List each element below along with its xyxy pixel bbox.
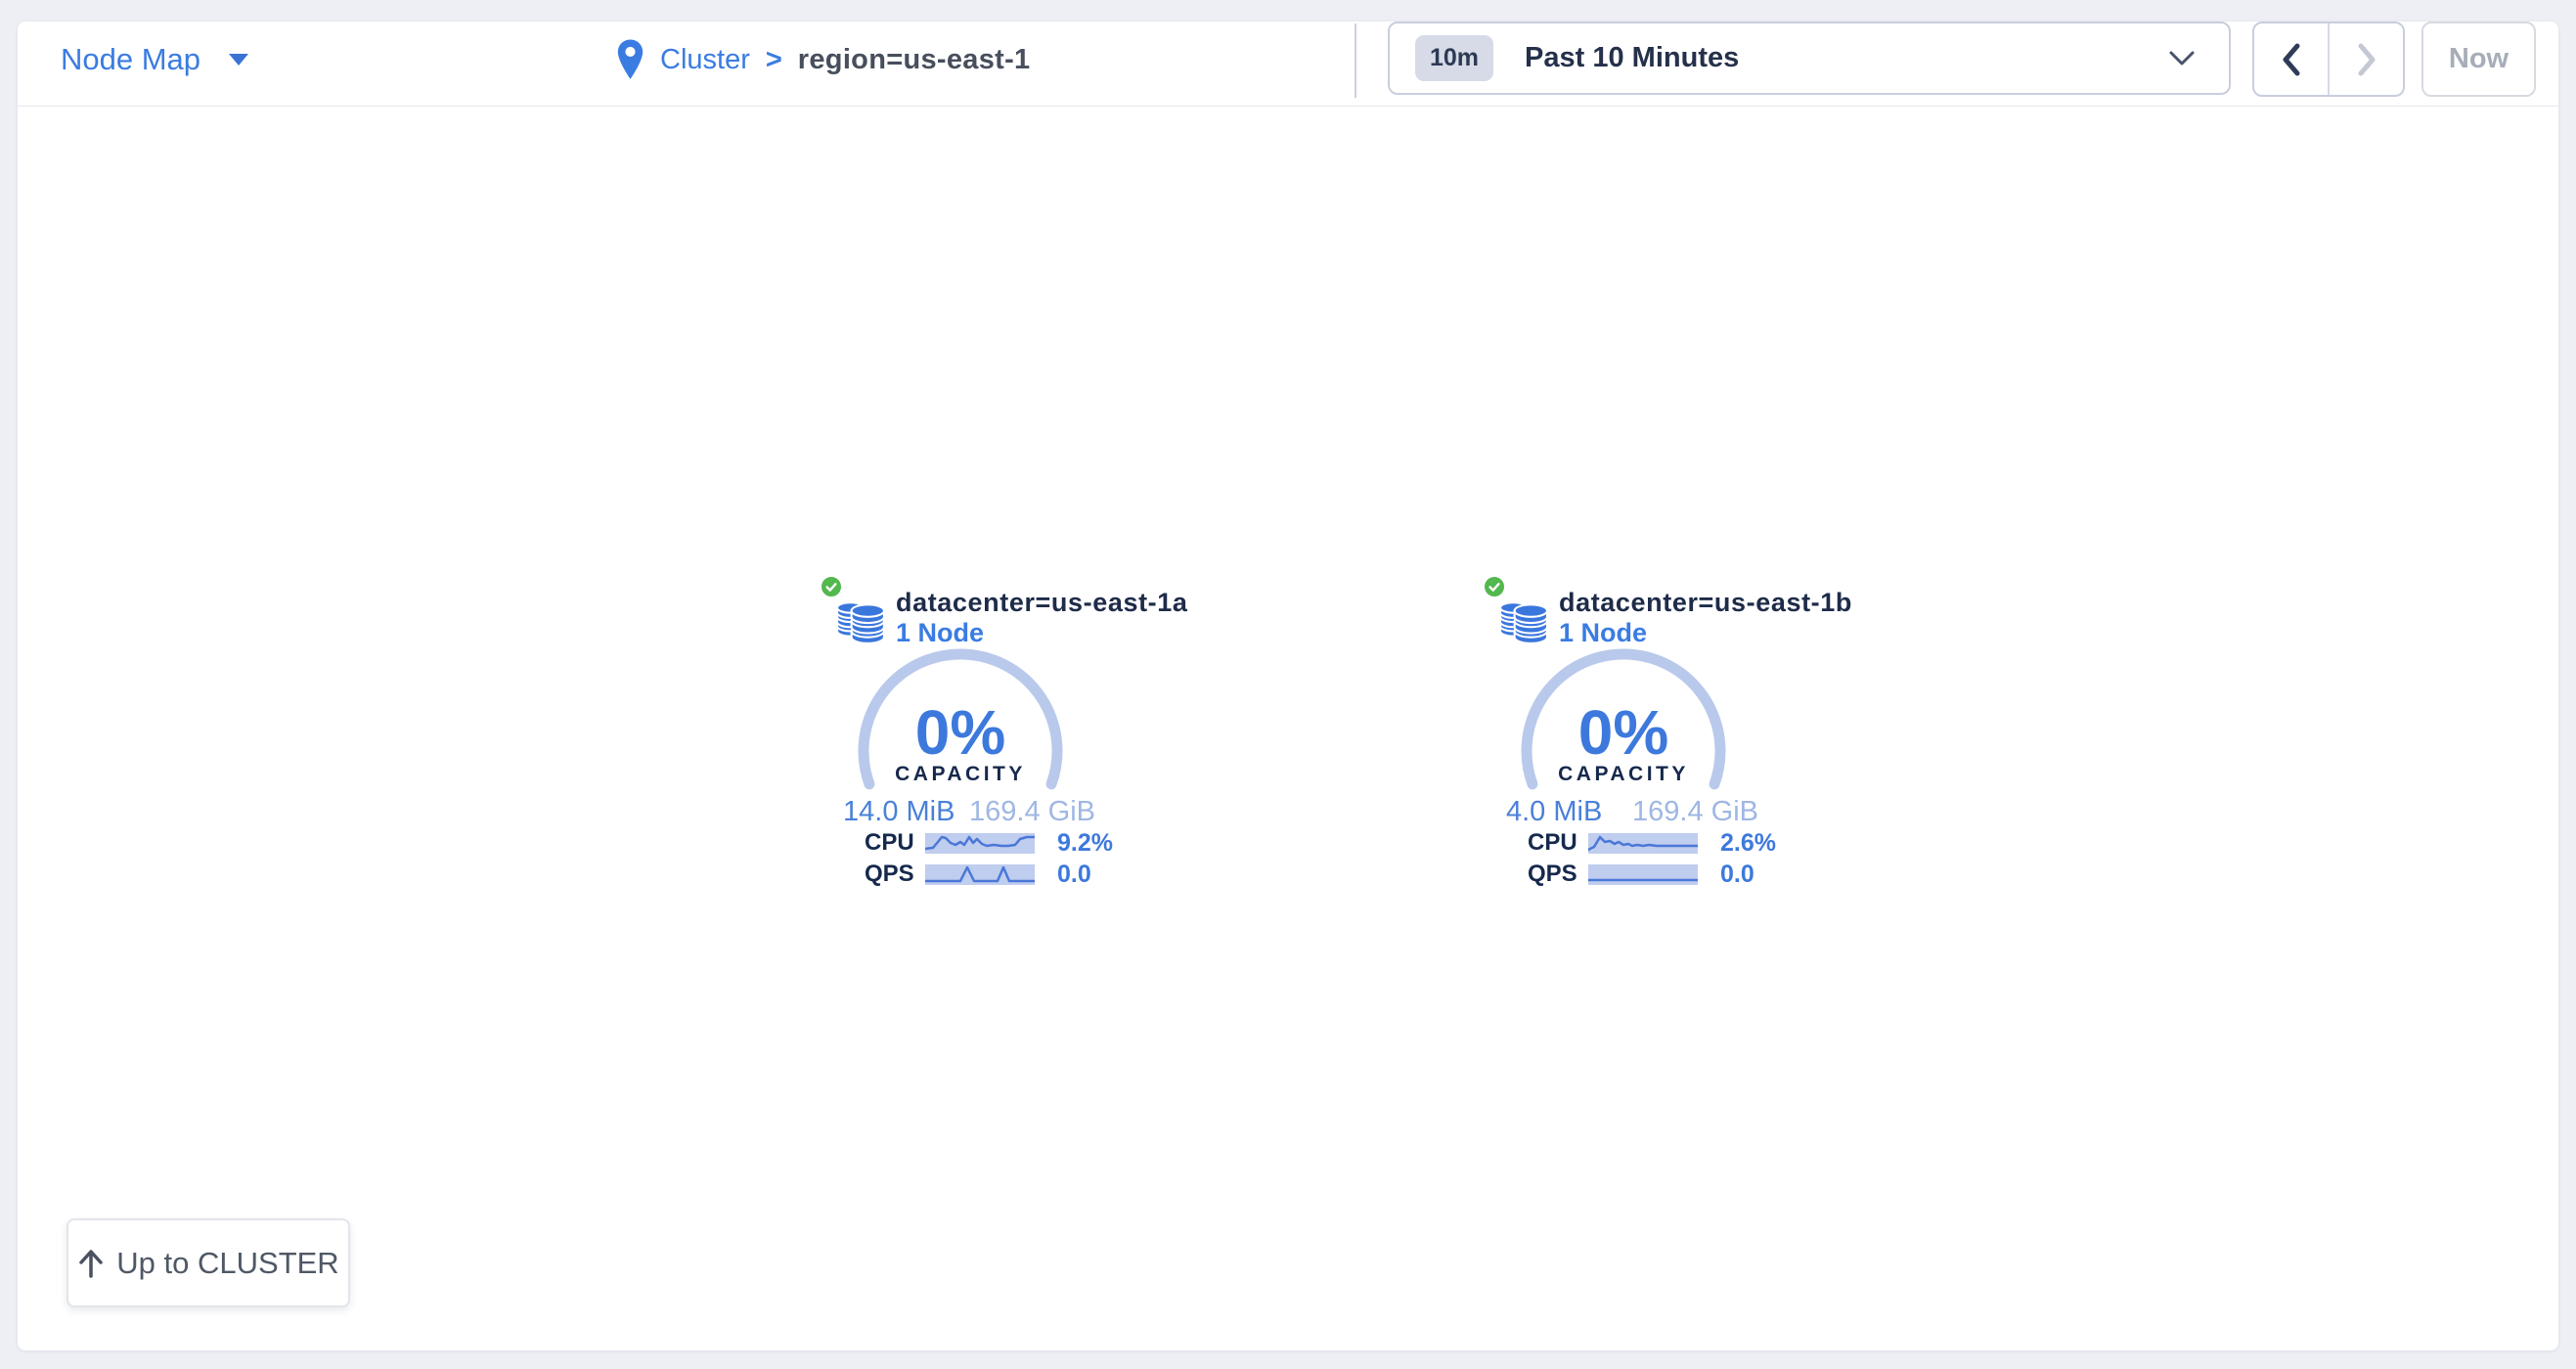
- time-range-dropdown[interactable]: 10m Past 10 Minutes: [1388, 22, 2231, 95]
- qps-sparkline: [925, 864, 1035, 885]
- header-bottom-rule: [18, 106, 2558, 107]
- time-nav-arrows: [2252, 22, 2405, 97]
- time-forward-button[interactable]: [2328, 23, 2403, 95]
- datacenter-icon-wrap: [1499, 597, 1548, 644]
- cpu-sparkline: [925, 833, 1035, 854]
- qps-metric-row: QPS 0.0: [865, 863, 1091, 885]
- database-stack-icon: [1499, 597, 1548, 644]
- breadcrumb-separator: >: [766, 44, 782, 76]
- breadcrumb: Cluster > region=us-east-1: [616, 22, 1030, 98]
- cpu-sparkline: [1588, 833, 1698, 854]
- qps-label: QPS: [865, 861, 925, 888]
- capacity-total: 169.4 GiB: [1632, 796, 1758, 828]
- location-pin-icon: [616, 38, 644, 81]
- view-selector-dropdown[interactable]: Node Map: [61, 22, 249, 98]
- qps-sparkline: [1588, 864, 1698, 885]
- time-range-label: Past 10 Minutes: [1525, 42, 1739, 74]
- cpu-label: CPU: [1528, 829, 1588, 857]
- datacenter-card-us-east-1b[interactable]: datacenter=us-east-1b 1 Node 0% CAPACITY…: [1483, 575, 1768, 907]
- time-range-badge: 10m: [1415, 35, 1493, 81]
- now-button[interactable]: Now: [2421, 22, 2536, 97]
- up-to-cluster-label: Up to CLUSTER: [116, 1246, 338, 1281]
- cpu-metric-row: CPU 9.2%: [865, 832, 1113, 854]
- capacity-percent: 0%: [1516, 696, 1731, 769]
- capacity-label: CAPACITY: [853, 763, 1068, 786]
- qps-value: 0.0: [1720, 861, 1754, 889]
- up-to-cluster-button[interactable]: Up to CLUSTER: [67, 1218, 350, 1307]
- database-stack-icon: [836, 597, 885, 644]
- datacenter-title: datacenter=us-east-1a: [896, 588, 1188, 618]
- caret-down-icon: [228, 53, 249, 66]
- qps-label: QPS: [1528, 861, 1588, 888]
- qps-value: 0.0: [1057, 861, 1091, 889]
- qps-metric-row: QPS 0.0: [1528, 863, 1754, 885]
- view-selector-label: Node Map: [61, 42, 200, 77]
- capacity-values-row: 14.0 MiB 169.4 GiB: [843, 796, 1095, 828]
- top-bar: Node Map Cluster > region=us-east-1 10m …: [18, 22, 2558, 106]
- chevron-down-icon: [2168, 50, 2196, 67]
- healthy-status-badge: [819, 574, 844, 599]
- arrow-up-icon: [77, 1248, 105, 1279]
- datacenter-card-us-east-1a[interactable]: datacenter=us-east-1a 1 Node 0% CAPACITY…: [820, 575, 1105, 907]
- healthy-status-badge: [1482, 574, 1507, 599]
- cpu-label: CPU: [865, 829, 925, 857]
- breadcrumb-cluster-link[interactable]: Cluster: [660, 44, 750, 76]
- capacity-total: 169.4 GiB: [969, 796, 1095, 828]
- check-icon: [1487, 579, 1502, 595]
- chevron-left-icon: [2279, 40, 2304, 79]
- capacity-values-row: 4.0 MiB 169.4 GiB: [1506, 796, 1758, 828]
- capacity-label: CAPACITY: [1516, 763, 1731, 786]
- capacity-percent: 0%: [853, 696, 1068, 769]
- capacity-used: 4.0 MiB: [1506, 796, 1602, 828]
- cpu-value: 9.2%: [1057, 829, 1113, 858]
- cpu-value: 2.6%: [1720, 829, 1776, 858]
- time-back-button[interactable]: [2254, 23, 2328, 95]
- main-panel: Node Map Cluster > region=us-east-1 10m …: [18, 22, 2558, 1350]
- capacity-used: 14.0 MiB: [843, 796, 955, 828]
- chevron-right-icon: [2354, 40, 2379, 79]
- datacenter-icon-wrap: [836, 597, 885, 644]
- breadcrumb-current: region=us-east-1: [798, 44, 1031, 76]
- header-divider: [1355, 23, 1356, 98]
- check-icon: [823, 579, 839, 595]
- cpu-metric-row: CPU 2.6%: [1528, 832, 1776, 854]
- datacenter-title: datacenter=us-east-1b: [1559, 588, 1852, 618]
